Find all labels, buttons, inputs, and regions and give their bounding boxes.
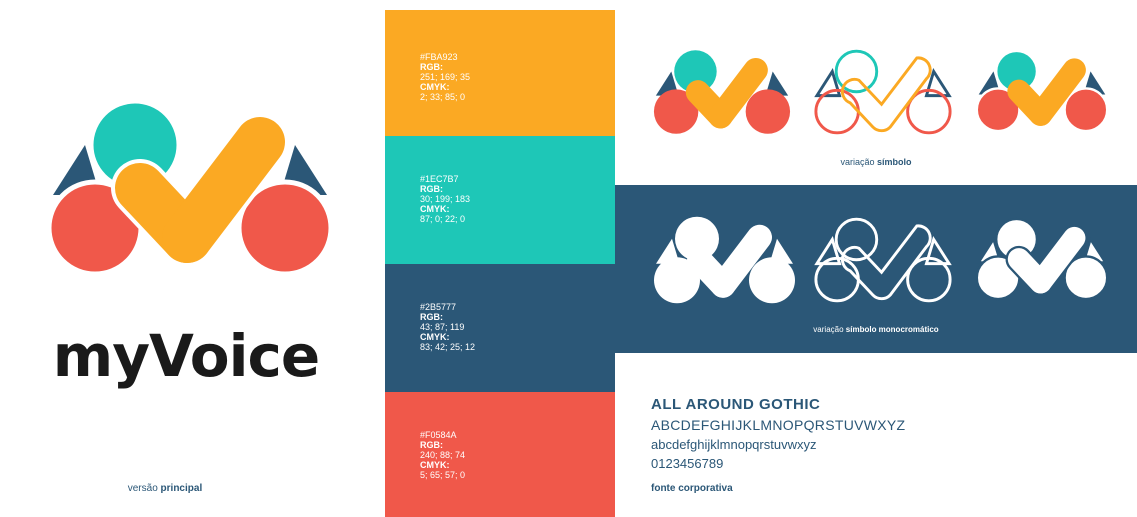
swatch-rgb-value: 30; 199; 183 [420, 194, 471, 204]
symbol-variation-outline [814, 49, 952, 135]
mono-variation-caption: variação símbolo monocromático [615, 325, 1137, 334]
mono-symbol-outline [814, 217, 952, 303]
swatch-cmyk-value: 2; 33; 85; 0 [420, 92, 466, 102]
caption-bold: símbolo monocromático [845, 325, 939, 334]
swatch-cmyk-value: 83; 42; 25; 12 [420, 342, 476, 352]
swatch-orange-text: #FBA923 RGB: 251; 169; 35 CMYK: 2; 33; 8… [420, 52, 470, 102]
symbol-variation-color [653, 50, 791, 134]
swatch-cmyk-value: 87; 0; 22; 0 [420, 214, 466, 224]
swatch-cmyk-label: CMYK: [420, 82, 450, 92]
swatch-orange: #FBA923 RGB: 251; 169; 35 CMYK: 2; 33; 8… [385, 10, 615, 136]
caption-bold: símbolo [877, 157, 912, 167]
swatch-navy: #2B5777 RGB: 43; 87; 119 CMYK: 83; 42; 2… [385, 264, 615, 392]
swatch-navy-text: #2B5777 RGB: 43; 87; 119 CMYK: 83; 42; 2… [420, 302, 475, 352]
symbol-variation-caption: variação símbolo [615, 157, 1137, 167]
font-digits-sample: 0123456789 [651, 456, 724, 471]
swatch-teal-text: #1EC7B7 RGB: 30; 199; 183 CMYK: 87; 0; 2… [420, 174, 470, 224]
swatch-rgb-label: RGB: [420, 312, 443, 322]
swatch-rgb-label: RGB: [420, 62, 443, 72]
swatch-rgb-value: 240; 88; 74 [420, 450, 466, 460]
main-version-caption: versão principal [0, 483, 330, 494]
swatch-red: #F0584A RGB: 240; 88; 74 CMYK: 5; 65; 57… [385, 392, 615, 517]
typography-block: ALL AROUND GOTHIC ABCDEFGHIJKLMNOPQRSTUV… [651, 396, 905, 494]
swatch-hex: #F0584A [420, 430, 457, 440]
swatch-teal: #1EC7B7 RGB: 30; 199; 183 CMYK: 87; 0; 2… [385, 136, 615, 264]
swatch-cmyk-label: CMYK: [420, 332, 450, 342]
swatch-hex: #1EC7B7 [420, 174, 459, 184]
swatch-rgb-value: 251; 169; 35 [420, 72, 471, 82]
brand-wordmark: myVoice [52, 322, 320, 390]
swatch-cmyk-label: CMYK: [420, 204, 450, 214]
myvoice-logo-symbol [46, 100, 334, 275]
caption-prefix: variação [840, 157, 875, 167]
swatch-cmyk-value: 5; 65; 57; 0 [420, 470, 466, 480]
swatch-rgb-label: RGB: [420, 440, 443, 450]
main-caption-bold: principal [160, 483, 203, 494]
mono-symbol-solid [654, 216, 795, 304]
caption-prefix: variação [813, 325, 844, 334]
swatch-cmyk-label: CMYK: [420, 460, 450, 470]
main-caption-prefix: versão [127, 483, 158, 494]
font-name: ALL AROUND GOTHIC [651, 396, 821, 413]
mono-symbol-alt [975, 217, 1109, 301]
font-caption: fonte corporativa [651, 483, 733, 494]
swatch-rgb-label: RGB: [420, 184, 443, 194]
swatch-rgb-value: 43; 87; 119 [420, 322, 465, 332]
swatch-hex: #2B5777 [420, 302, 457, 312]
font-uppercase-sample: ABCDEFGHIJKLMNOPQRSTUVWXYZ [651, 417, 906, 433]
font-lowercase-sample: abcdefghijklmnopqrstuvwxyz [651, 437, 817, 452]
main-logo-panel: myVoice versão principal [0, 0, 385, 517]
symbol-variation-alt [975, 49, 1109, 133]
swatch-red-text: #F0584A RGB: 240; 88; 74 CMYK: 5; 65; 57… [420, 430, 465, 480]
swatch-hex: #FBA923 [420, 52, 458, 62]
